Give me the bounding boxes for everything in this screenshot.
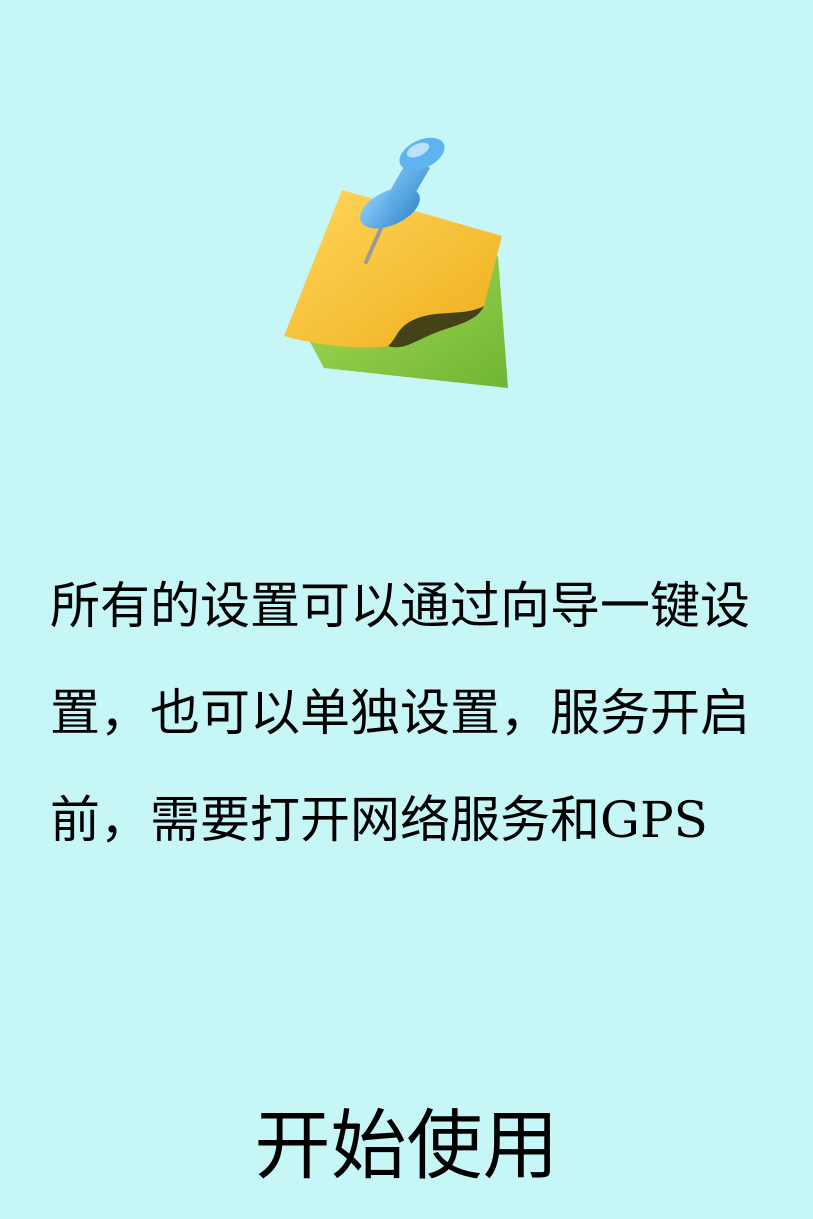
start-button[interactable]: 开始使用 bbox=[0, 1096, 813, 1196]
pinned-note-icon bbox=[270, 128, 520, 408]
description-text: 所有的设置可以通过向导一键设置，也可以单独设置，服务开启前，需要打开网络服务和G… bbox=[50, 577, 750, 849]
